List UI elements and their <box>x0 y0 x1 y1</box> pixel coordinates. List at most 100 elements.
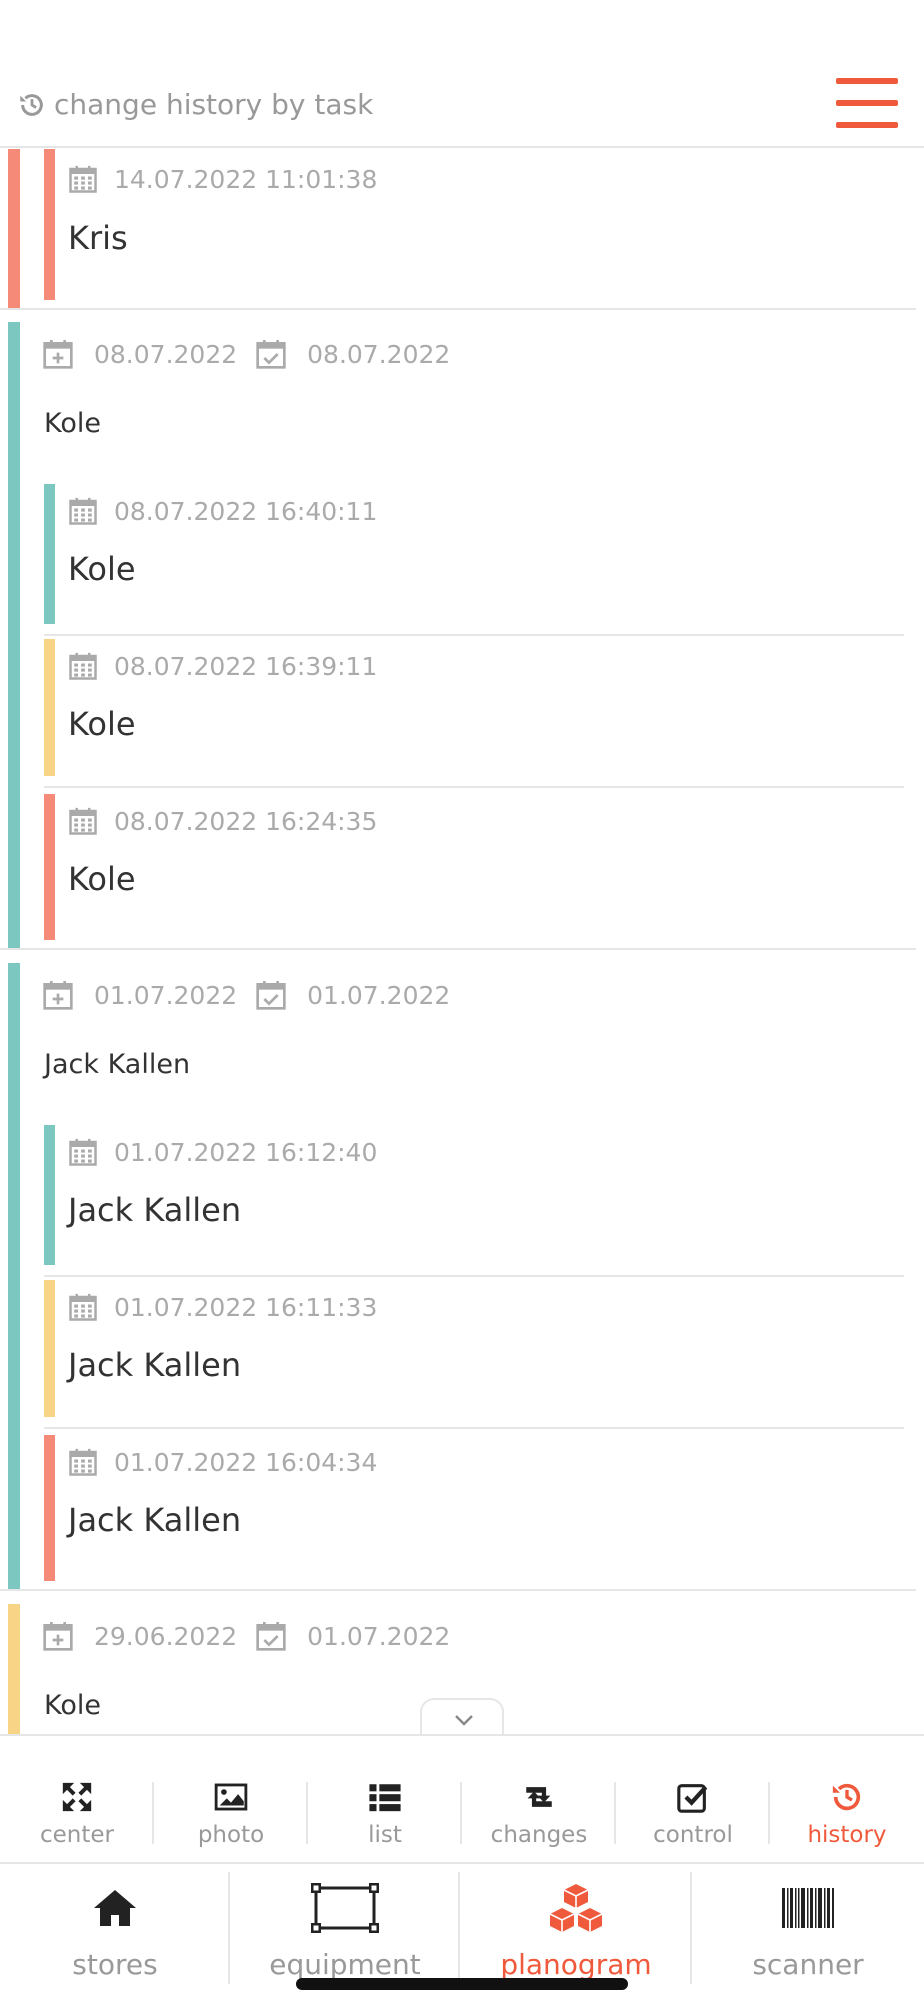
barcode-icon <box>782 1888 834 1928</box>
nav-stores[interactable]: stores <box>0 1864 230 2000</box>
calendar-plus-icon <box>43 340 73 369</box>
history-label: history <box>807 1822 887 1848</box>
entry-datetime: 08.07.2022 16:40:11 <box>114 496 378 526</box>
entry-datetime: 01.07.2022 16:11:33 <box>114 1292 378 1322</box>
entry-user: Kole <box>68 550 136 588</box>
list-button[interactable]: list <box>308 1736 462 1862</box>
completed-date: 01.07.2022 <box>307 980 451 1010</box>
task-group[interactable]: 08.07.2022 08.07.2022 Kole 08.07.2022 16… <box>0 322 916 950</box>
nav-scanner[interactable]: scanner <box>692 1864 924 2000</box>
entry-date: 14.07.2022 11:01:38 <box>68 164 377 194</box>
entry-user: Kole <box>68 705 136 743</box>
action-toolbar: center photo list changes control histor… <box>0 1734 924 1864</box>
calendar-icon <box>69 1293 97 1321</box>
calendar-icon <box>69 497 97 525</box>
entry-date: 01.07.2022 16:11:33 <box>68 1292 377 1322</box>
entry-date: 08.07.2022 16:40:11 <box>68 496 377 526</box>
entry-user: Jack Kallen <box>68 1501 242 1539</box>
history-icon <box>20 93 43 116</box>
entry-datetime: 08.07.2022 16:24:35 <box>114 806 378 836</box>
history-entry[interactable]: 08.07.2022 16:40:11 Kole <box>44 478 904 636</box>
entry-user: Jack Kallen <box>68 1191 242 1229</box>
calendar-icon <box>69 165 97 193</box>
entry-status-bar <box>44 1435 55 1581</box>
history-entry[interactable]: 08.07.2022 16:24:35 Kole <box>44 788 904 950</box>
home-indicator[interactable] <box>296 1978 628 1990</box>
history-entry[interactable]: 01.07.2022 16:11:33 Jack Kallen <box>44 1274 904 1429</box>
group-user: Jack Kallen <box>44 1049 191 1080</box>
shelf-icon <box>311 1883 379 1933</box>
menu-line-icon <box>836 100 898 106</box>
chevron-down-icon <box>455 1715 473 1726</box>
group-status-bar <box>8 149 20 308</box>
entry-date: 01.07.2022 16:12:40 <box>68 1137 377 1167</box>
entry-datetime: 01.07.2022 16:04:34 <box>114 1447 378 1477</box>
history-entry[interactable]: 01.07.2022 16:12:40 Jack Kallen <box>44 1119 904 1277</box>
calendar-icon <box>69 652 97 680</box>
cubes-icon <box>549 1884 603 1932</box>
check-square-icon <box>677 1784 708 1813</box>
history-button[interactable]: history <box>770 1736 924 1862</box>
retweet-icon <box>526 1787 552 1807</box>
expand-icon <box>62 1782 92 1812</box>
task-group[interactable]: 01.07.2022 01.07.2022 Jack Kallen 01.07.… <box>0 963 916 1591</box>
nav-stores-label: stores <box>72 1948 158 1981</box>
entry-datetime: 14.07.2022 11:01:38 <box>114 164 378 194</box>
group-dates: 01.07.2022 01.07.2022 <box>42 979 450 1011</box>
group-user: Kole <box>44 408 101 439</box>
collapse-panel-button[interactable] <box>420 1698 504 1734</box>
calendar-plus-icon <box>43 1622 73 1651</box>
entry-date: 08.07.2022 16:24:35 <box>68 806 377 836</box>
app-screen: change history by task 14.07.2022 11:01:… <box>0 0 924 2000</box>
history-entry[interactable]: 01.07.2022 16:04:34 Jack Kallen <box>44 1429 904 1591</box>
history-icon <box>832 1783 861 1811</box>
header: change history by task <box>0 0 924 148</box>
group-user: Kole <box>44 1690 101 1721</box>
photo-button[interactable]: photo <box>154 1736 308 1862</box>
center-label: center <box>40 1822 114 1848</box>
center-button[interactable]: center <box>0 1736 154 1862</box>
calendar-icon <box>69 807 97 835</box>
entry-status-bar <box>44 149 55 300</box>
page-title: change history by task <box>18 88 373 121</box>
group-dates: 08.07.2022 08.07.2022 <box>42 338 450 370</box>
calendar-check-icon <box>256 981 286 1010</box>
entry-user: Jack Kallen <box>68 1346 242 1384</box>
entry-status-bar <box>44 1125 55 1265</box>
entry-status-bar <box>44 484 55 624</box>
nav-scanner-label: scanner <box>752 1948 864 1981</box>
entry-status-bar <box>44 639 55 776</box>
task-group[interactable]: 14.07.2022 11:01:38 Kris <box>0 149 916 310</box>
nav-planogram-label: planogram <box>500 1948 652 1981</box>
group-status-bar <box>8 1604 20 1734</box>
page-title-text: change history by task <box>54 88 374 121</box>
entry-status-bar <box>44 1280 55 1417</box>
history-list: 14.07.2022 11:01:38 Kris 08.07.2022 08.0… <box>0 149 924 1734</box>
calendar-plus-icon <box>43 981 73 1010</box>
list-label: list <box>368 1822 402 1848</box>
group-dates: 29.06.2022 01.07.2022 <box>42 1620 450 1652</box>
home-icon <box>94 1890 136 1926</box>
menu-line-icon <box>836 78 898 84</box>
entry-datetime: 01.07.2022 16:12:40 <box>114 1137 378 1167</box>
nav-equipment-label: equipment <box>269 1948 421 1981</box>
created-date: 01.07.2022 <box>94 980 238 1010</box>
hamburger-menu-button[interactable] <box>836 78 898 130</box>
calendar-check-icon <box>256 1622 286 1651</box>
completed-date: 08.07.2022 <box>307 339 451 369</box>
calendar-icon <box>69 1448 97 1476</box>
history-entry[interactable]: 14.07.2022 11:01:38 Kris <box>44 149 904 310</box>
changes-button[interactable]: changes <box>462 1736 616 1862</box>
created-date: 29.06.2022 <box>94 1621 238 1651</box>
history-entry[interactable]: 08.07.2022 16:39:11 Kole <box>44 633 904 788</box>
photo-label: photo <box>197 1822 265 1848</box>
group-status-bar <box>8 963 20 1589</box>
completed-date: 01.07.2022 <box>307 1621 451 1651</box>
entry-status-bar <box>44 794 55 940</box>
calendar-icon <box>69 1138 97 1166</box>
control-label: control <box>653 1822 733 1848</box>
list-icon <box>369 1784 401 1812</box>
control-button[interactable]: control <box>616 1736 770 1862</box>
menu-line-icon <box>836 122 898 128</box>
entry-user: Kole <box>68 860 136 898</box>
